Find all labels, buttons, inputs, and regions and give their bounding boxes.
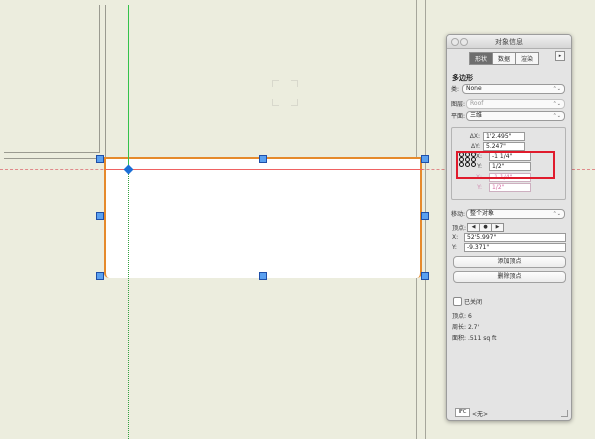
selection-handle-bottom-center[interactable] <box>259 272 267 280</box>
move-label: 移动: <box>451 211 466 218</box>
selection-handle-top-left[interactable] <box>96 155 104 163</box>
object-info-palette: 对象信息 形状 数据 渲染 ▸ 多边形 类: None ⌃⌄ 图层: Roof ⌃⌄… <box>446 34 572 421</box>
vertex-x-label: X: <box>452 234 459 241</box>
perimeter-label: 周长: <box>452 324 467 331</box>
perimeter-readout: 周长: 2.7' <box>452 322 479 331</box>
layer-label: 图层: <box>451 101 466 108</box>
perimeter-value: 2.7' <box>467 324 480 331</box>
delta-x-field[interactable]: 1'2.495" <box>483 132 525 141</box>
selection-handle-top-right[interactable] <box>421 155 429 163</box>
move-value: 整个对象 <box>470 209 495 217</box>
selection-handle-bottom-right[interactable] <box>421 272 429 280</box>
plane-row: 平面: 三维 ⌃⌄ <box>451 110 565 121</box>
tab-data[interactable]: 数据 <box>493 52 517 65</box>
closed-label: 已关闭 <box>464 299 483 306</box>
vertices-count: 顶点: 6 <box>452 311 472 320</box>
selection-handle-top-center[interactable] <box>259 155 267 163</box>
delete-vertex-button[interactable]: 删除顶点 <box>453 271 566 283</box>
class-row: 类: None ⌃⌄ <box>451 83 565 94</box>
move-select[interactable]: 整个对象 ⌃⌄ <box>466 208 565 219</box>
add-vertex-button[interactable]: 添加顶点 <box>453 256 566 268</box>
next-vertex-button[interactable]: ▶ <box>492 223 504 232</box>
palette-menu-button[interactable]: ▸ <box>555 51 565 61</box>
closed-checkbox[interactable] <box>453 297 462 306</box>
ifc-button[interactable]: IFC <box>455 408 470 417</box>
layer-select[interactable]: Roof ⌃⌄ <box>466 98 565 109</box>
delta-x-label: ΔX: <box>469 133 480 140</box>
class-value: None <box>466 84 482 92</box>
highlight-annotation-box <box>456 151 555 179</box>
chevron-updown-icon: ⌃⌄ <box>552 100 561 107</box>
object-type-title: 多边形 <box>452 74 473 82</box>
vertices-label: 顶点: <box>452 313 467 320</box>
delta-y-label: ΔY: <box>471 143 480 150</box>
layer-row: 图层: Roof ⌃⌄ <box>451 98 565 109</box>
y-secondary-label: Y: <box>477 184 482 191</box>
y-secondary-field[interactable]: 1/2" <box>489 183 531 192</box>
faded-focus-marker <box>272 80 298 106</box>
layer-value: Roof <box>470 99 484 107</box>
chevron-updown-icon: ⌃⌄ <box>552 210 561 217</box>
chevron-updown-icon: ⌃⌄ <box>552 85 561 92</box>
plane-label: 平面: <box>451 113 466 120</box>
current-vertex-button[interactable]: ● <box>480 223 492 232</box>
plane-select[interactable]: 三维 ⌃⌄ <box>466 110 565 121</box>
vertex-y-field[interactable]: -9.371" <box>464 243 566 252</box>
area-readout: 面积: .511 sq ft <box>452 333 496 342</box>
area-value: .511 sq ft <box>467 335 497 342</box>
plane-value: 三维 <box>470 111 483 119</box>
move-row: 移动: 整个对象 ⌃⌄ <box>451 208 565 219</box>
previous-vertex-button[interactable]: ◀ <box>467 223 480 232</box>
chevron-updown-icon: ⌃⌄ <box>552 112 561 119</box>
class-label: 类: <box>451 86 460 93</box>
wall-outline-inner <box>4 5 100 153</box>
vertices-value: 6 <box>467 313 472 320</box>
vertical-guide-line <box>128 5 129 165</box>
palette-tabs: 形状 数据 渲染 <box>469 52 540 65</box>
selection-handle-middle-left[interactable] <box>96 212 104 220</box>
class-select[interactable]: None ⌃⌄ <box>462 83 565 94</box>
vertical-guide-dotted <box>128 172 129 439</box>
selected-polygon[interactable] <box>104 157 422 278</box>
vertex-stepper: ◀ ● ▶ <box>467 223 504 232</box>
palette-title: 对象信息 <box>495 38 523 46</box>
tab-render[interactable]: 渲染 <box>516 52 540 65</box>
palette-titlebar[interactable]: 对象信息 <box>447 35 571 49</box>
delta-y-field[interactable]: 5.247" <box>483 142 525 151</box>
ifc-value: <无> <box>472 411 489 418</box>
selection-handle-bottom-left[interactable] <box>96 272 104 280</box>
selection-handle-middle-right[interactable] <box>421 212 429 220</box>
horizontal-guide-line <box>105 169 423 170</box>
vertex-label: 顶点: <box>452 225 467 232</box>
vertex-x-field[interactable]: 52'5.997" <box>464 233 566 242</box>
area-label: 面积: <box>452 335 467 342</box>
vertex-y-label: Y: <box>452 244 457 251</box>
resize-grip-icon[interactable] <box>561 410 568 417</box>
tab-shape[interactable]: 形状 <box>469 52 494 65</box>
